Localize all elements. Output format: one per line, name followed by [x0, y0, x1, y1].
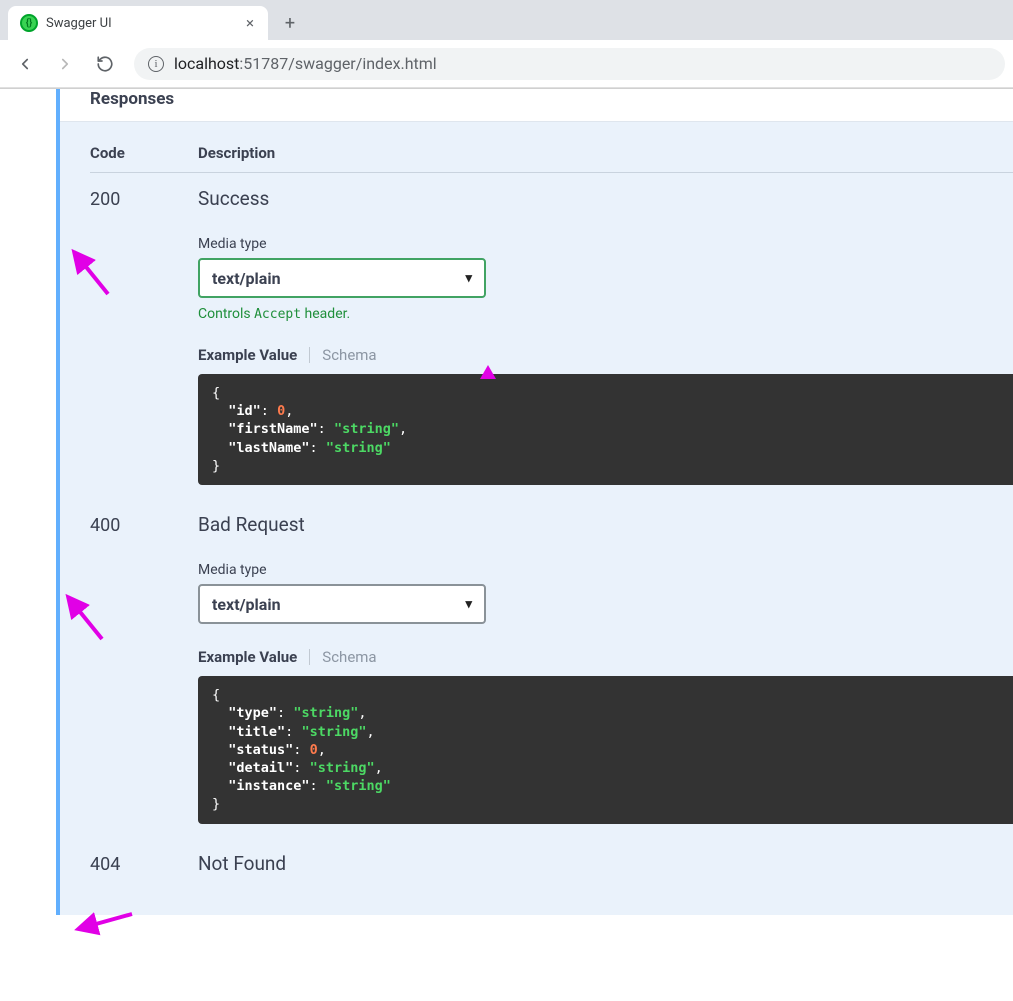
browser-toolbar: i localhost:51787/swagger/index.html: [0, 40, 1013, 88]
accept-header-hint: Controls Accept header.: [198, 306, 1013, 322]
url-text: localhost:51787/swagger/index.html: [174, 54, 437, 73]
operation-block: Responses Code Description 200 Success M…: [56, 89, 1013, 915]
responses-panel: Code Description 200 Success Media type …: [60, 121, 1013, 915]
tab-example-value[interactable]: Example Value: [198, 346, 297, 364]
close-tab-icon[interactable]: ×: [242, 15, 258, 31]
tab-schema[interactable]: Schema: [322, 346, 376, 364]
response-description: Success: [198, 187, 1013, 210]
response-row-200: 200 Success Media type text/plain ▾ Cont…: [90, 187, 1013, 485]
browser-tab[interactable]: {} Swagger UI ×: [8, 6, 268, 40]
column-header-code: Code: [90, 144, 198, 162]
browser-chrome: {} Swagger UI × + i localhost:51787/swag…: [0, 0, 1013, 89]
responses-title: Responses: [90, 89, 1013, 109]
forward-button[interactable]: [48, 47, 82, 81]
responses-header: Responses: [60, 89, 1013, 121]
media-type-value: text/plain: [212, 595, 281, 614]
page-body: Responses Code Description 200 Success M…: [0, 89, 1013, 915]
media-type-label: Media type: [198, 562, 1013, 578]
media-type-value: text/plain: [212, 269, 281, 288]
tab-title: Swagger UI: [46, 16, 242, 31]
status-code: 404: [90, 852, 198, 876]
responses-table-header: Code Description: [90, 144, 1013, 173]
site-info-icon[interactable]: i: [148, 56, 164, 72]
response-description: Bad Request: [198, 513, 1013, 536]
media-type-select[interactable]: text/plain ▾: [198, 258, 486, 298]
status-code: 400: [90, 513, 198, 537]
chevron-down-icon: ▾: [465, 597, 472, 612]
new-tab-button[interactable]: +: [276, 9, 304, 37]
address-bar[interactable]: i localhost:51787/swagger/index.html: [134, 48, 1005, 80]
reload-button[interactable]: [88, 47, 122, 81]
media-type-select[interactable]: text/plain ▾: [198, 584, 486, 624]
response-row-404: 404 Not Found: [90, 852, 1013, 876]
tab-separator: [309, 649, 310, 665]
response-description: Not Found: [198, 852, 1013, 875]
example-schema-tabs: Example Value Schema: [198, 648, 1013, 666]
example-code-block[interactable]: { "type": "string", "title": "string", "…: [198, 676, 1013, 824]
chevron-down-icon: ▾: [465, 271, 472, 286]
tab-strip: {} Swagger UI × +: [0, 0, 1013, 40]
column-header-description: Description: [198, 144, 275, 162]
status-code: 200: [90, 187, 198, 211]
tab-schema[interactable]: Schema: [322, 648, 376, 666]
tab-example-value[interactable]: Example Value: [198, 648, 297, 666]
back-button[interactable]: [8, 47, 42, 81]
example-code-block[interactable]: { "id": 0, "firstName": "string", "lastN…: [198, 374, 1013, 485]
response-row-400: 400 Bad Request Media type text/plain ▾ …: [90, 513, 1013, 824]
media-type-label: Media type: [198, 236, 1013, 252]
tab-separator: [309, 347, 310, 363]
example-schema-tabs: Example Value Schema: [198, 346, 1013, 364]
swagger-favicon: {}: [20, 14, 38, 32]
